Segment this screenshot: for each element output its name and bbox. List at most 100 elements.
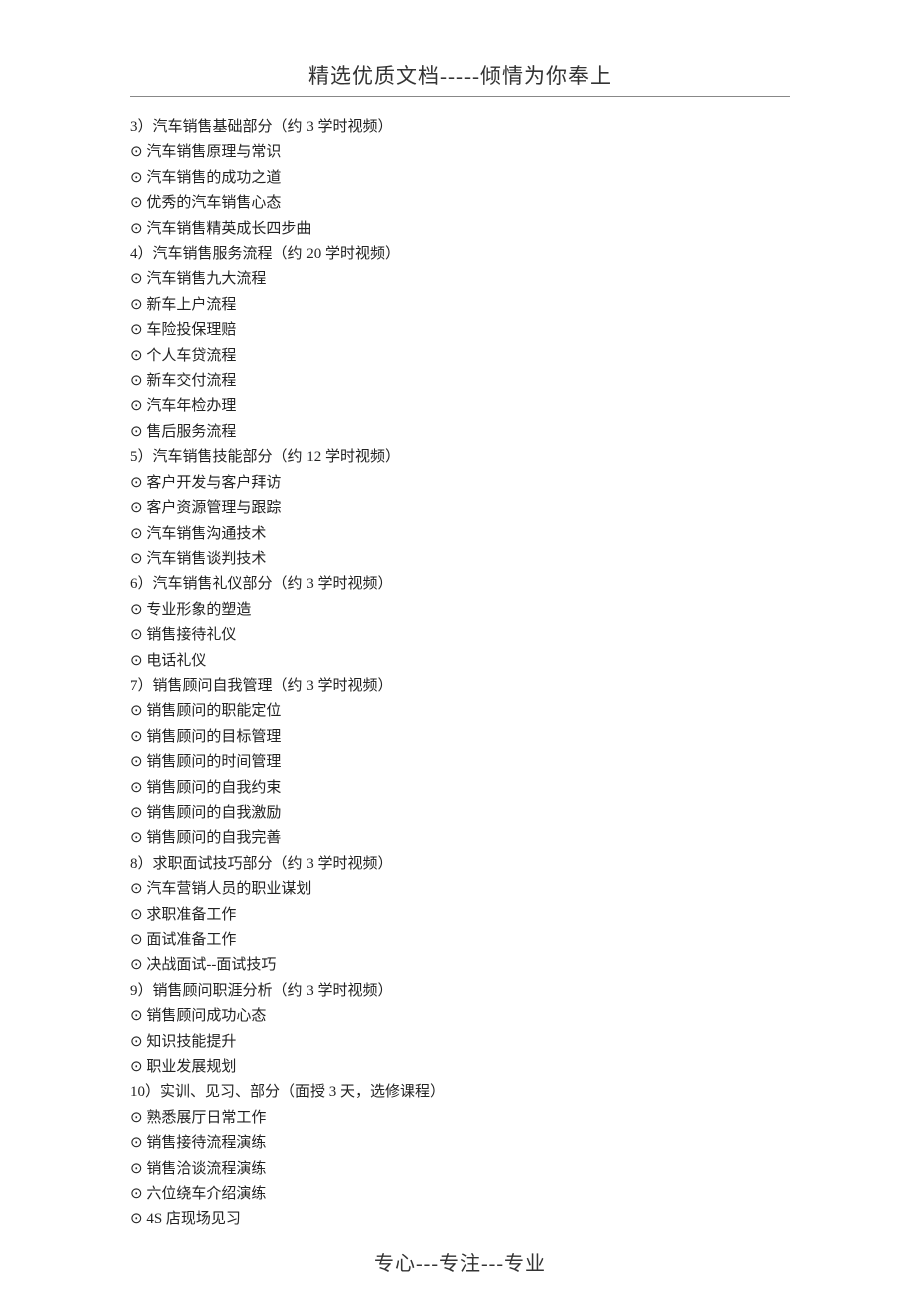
list-item: ⊙ 售后服务流程	[130, 420, 790, 445]
section-title: 6）汽车销售礼仪部分（约 3 学时视频）	[130, 572, 790, 597]
list-item: ⊙ 决战面试--面试技巧	[130, 953, 790, 978]
document-page: 精选优质文档-----倾情为你奉上 3）汽车销售基础部分（约 3 学时视频）⊙ …	[0, 0, 920, 1273]
bullet-icon: ⊙	[130, 598, 143, 623]
bullet-icon: ⊙	[130, 776, 143, 801]
bullet-icon: ⊙	[130, 750, 143, 775]
list-item: ⊙ 客户开发与客户拜访	[130, 471, 790, 496]
list-item: ⊙ 电话礼仪	[130, 649, 790, 674]
bullet-icon: ⊙	[130, 1030, 143, 1055]
bullet-icon: ⊙	[130, 1157, 143, 1182]
header-divider	[130, 96, 790, 97]
bullet-icon: ⊙	[130, 623, 143, 648]
page-header: 精选优质文档-----倾情为你奉上	[130, 60, 790, 90]
bullet-icon: ⊙	[130, 928, 143, 953]
section-title: 9）销售顾问职涯分析（约 3 学时视频）	[130, 979, 790, 1004]
list-item: ⊙ 熟悉展厅日常工作	[130, 1106, 790, 1131]
bullet-icon: ⊙	[130, 1055, 143, 1080]
list-item: ⊙ 职业发展规划	[130, 1055, 790, 1080]
list-item-text: 销售顾问的自我激励	[146, 805, 281, 821]
bullet-icon: ⊙	[130, 267, 143, 292]
list-item: ⊙ 汽车销售九大流程	[130, 267, 790, 292]
list-item-text: 销售顾问的职能定位	[146, 703, 281, 719]
list-item-text: 职业发展规划	[146, 1059, 236, 1075]
list-item-text: 新车交付流程	[146, 373, 236, 389]
bullet-icon: ⊙	[130, 877, 143, 902]
bullet-icon: ⊙	[130, 344, 143, 369]
bullet-icon: ⊙	[130, 496, 143, 521]
section-title: 4）汽车销售服务流程（约 20 学时视频）	[130, 242, 790, 267]
section-title: 7）销售顾问自我管理（约 3 学时视频）	[130, 674, 790, 699]
bullet-icon: ⊙	[130, 369, 143, 394]
list-item-text: 汽车销售的成功之道	[146, 170, 281, 186]
bullet-icon: ⊙	[130, 318, 143, 343]
bullet-icon: ⊙	[130, 394, 143, 419]
list-item: ⊙ 车险投保理赔	[130, 318, 790, 343]
document-content: 3）汽车销售基础部分（约 3 学时视频）⊙ 汽车销售原理与常识⊙ 汽车销售的成功…	[130, 115, 790, 1233]
list-item-text: 销售顾问的自我约束	[146, 780, 281, 796]
bullet-icon: ⊙	[130, 471, 143, 496]
bullet-icon: ⊙	[130, 217, 143, 242]
list-item-text: 电话礼仪	[146, 653, 206, 669]
list-item-text: 汽车销售原理与常识	[146, 144, 281, 160]
list-item: ⊙ 销售接待流程演练	[130, 1131, 790, 1156]
list-item: ⊙ 销售顾问的时间管理	[130, 750, 790, 775]
list-item: ⊙ 销售顾问的自我激励	[130, 801, 790, 826]
list-item: ⊙ 汽车销售沟通技术	[130, 522, 790, 547]
bullet-icon: ⊙	[130, 140, 143, 165]
bullet-icon: ⊙	[130, 522, 143, 547]
section-title: 8）求职面试技巧部分（约 3 学时视频）	[130, 852, 790, 877]
list-item-text: 新车上户流程	[146, 297, 236, 313]
list-item-text: 4S 店现场见习	[146, 1211, 241, 1227]
list-item-text: 销售接待流程演练	[146, 1135, 266, 1151]
bullet-icon: ⊙	[130, 1106, 143, 1131]
bullet-icon: ⊙	[130, 801, 143, 826]
list-item-text: 求职准备工作	[146, 907, 236, 923]
list-item-text: 汽车年检办理	[146, 398, 236, 414]
bullet-icon: ⊙	[130, 293, 143, 318]
list-item-text: 汽车销售沟通技术	[146, 526, 266, 542]
list-item-text: 售后服务流程	[146, 424, 236, 440]
list-item: ⊙ 客户资源管理与跟踪	[130, 496, 790, 521]
bullet-icon: ⊙	[130, 191, 143, 216]
list-item: ⊙ 面试准备工作	[130, 928, 790, 953]
section-title: 10）实训、见习、部分（面授 3 天，选修课程）	[130, 1080, 790, 1105]
bullet-icon: ⊙	[130, 547, 143, 572]
list-item: ⊙ 销售顾问的目标管理	[130, 725, 790, 750]
list-item-text: 决战面试--面试技巧	[146, 957, 276, 973]
list-item: ⊙ 汽车销售精英成长四步曲	[130, 217, 790, 242]
list-item: ⊙ 销售顾问的职能定位	[130, 699, 790, 724]
list-item-text: 客户资源管理与跟踪	[146, 500, 281, 516]
section-title: 5）汽车销售技能部分（约 12 学时视频）	[130, 445, 790, 470]
list-item: ⊙ 六位绕车介绍演练	[130, 1182, 790, 1207]
list-item: ⊙ 销售顾问的自我完善	[130, 826, 790, 851]
bullet-icon: ⊙	[130, 1131, 143, 1156]
bullet-icon: ⊙	[130, 1182, 143, 1207]
list-item-text: 客户开发与客户拜访	[146, 475, 281, 491]
page-footer: 专心---专注---专业	[0, 1247, 920, 1276]
list-item-text: 销售顾问的自我完善	[146, 830, 281, 846]
list-item: ⊙ 销售顾问的自我约束	[130, 776, 790, 801]
list-item: ⊙ 销售顾问成功心态	[130, 1004, 790, 1029]
bullet-icon: ⊙	[130, 826, 143, 851]
list-item: ⊙ 专业形象的塑造	[130, 598, 790, 623]
list-item: ⊙ 优秀的汽车销售心态	[130, 191, 790, 216]
list-item-text: 六位绕车介绍演练	[146, 1186, 266, 1202]
list-item: ⊙ 汽车销售的成功之道	[130, 166, 790, 191]
list-item: ⊙ 个人车贷流程	[130, 344, 790, 369]
list-item-text: 销售顾问成功心态	[146, 1008, 266, 1024]
bullet-icon: ⊙	[130, 649, 143, 674]
bullet-icon: ⊙	[130, 699, 143, 724]
list-item-text: 车险投保理赔	[146, 322, 236, 338]
bullet-icon: ⊙	[130, 1207, 143, 1232]
list-item-text: 汽车销售九大流程	[146, 271, 266, 287]
list-item-text: 汽车销售谈判技术	[146, 551, 266, 567]
bullet-icon: ⊙	[130, 903, 143, 928]
list-item-text: 销售洽谈流程演练	[146, 1161, 266, 1177]
list-item: ⊙ 新车上户流程	[130, 293, 790, 318]
list-item-text: 熟悉展厅日常工作	[146, 1110, 266, 1126]
list-item-text: 面试准备工作	[146, 932, 236, 948]
bullet-icon: ⊙	[130, 1004, 143, 1029]
list-item: ⊙ 知识技能提升	[130, 1030, 790, 1055]
list-item: ⊙ 4S 店现场见习	[130, 1207, 790, 1232]
bullet-icon: ⊙	[130, 953, 143, 978]
